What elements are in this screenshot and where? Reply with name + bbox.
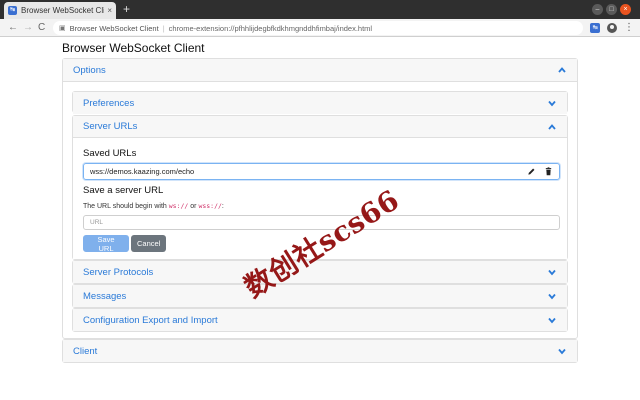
saved-url-item[interactable]: wss://demos.kaazing.com/echo bbox=[83, 163, 560, 180]
chevron-down-icon bbox=[547, 315, 557, 325]
forward-button[interactable]: → bbox=[23, 21, 33, 35]
preferences-label: Preferences bbox=[83, 97, 135, 109]
messages-label: Messages bbox=[83, 290, 127, 302]
browser-toolbar: ← → C ▣ Browser WebSocket Client | chrom… bbox=[0, 19, 640, 37]
tab-close-icon[interactable]: × bbox=[107, 6, 112, 15]
browser-menu-icon[interactable]: ⋮ bbox=[624, 21, 634, 35]
save-url-heading: Save a server URL bbox=[83, 185, 164, 196]
hint-suffix: : bbox=[221, 203, 224, 210]
account-icon[interactable] bbox=[607, 23, 617, 33]
server-urls-label: Server URLs bbox=[83, 121, 138, 132]
client-panel: Client bbox=[62, 339, 578, 363]
preferences-section: Preferences bbox=[72, 91, 568, 114]
extension-page-icon: ▣ bbox=[59, 25, 66, 32]
chevron-down-icon bbox=[547, 98, 557, 108]
browser-tab[interactable]: ↹ Browser WebSocket Client × bbox=[4, 2, 116, 19]
saved-url-text: wss://demos.kaazing.com/echo bbox=[90, 167, 195, 176]
hint-prefix: The URL should begin with bbox=[83, 203, 169, 210]
config-label: Configuration Export and Import bbox=[83, 314, 218, 326]
config-header[interactable]: Configuration Export and Import bbox=[73, 309, 567, 331]
save-url-button[interactable]: Save URL bbox=[83, 235, 129, 253]
hint-ws-code: ws:// bbox=[168, 202, 189, 210]
client-header[interactable]: Client bbox=[63, 340, 577, 362]
trash-icon[interactable] bbox=[544, 167, 553, 176]
chevron-down-icon bbox=[547, 267, 557, 277]
chevron-up-icon bbox=[547, 122, 557, 132]
tab-strip: ↹ Browser WebSocket Client × + – □ × bbox=[0, 0, 640, 19]
address-bar[interactable]: ▣ Browser WebSocket Client | chrome-exte… bbox=[53, 21, 583, 35]
window-maximize-button[interactable]: □ bbox=[606, 4, 617, 15]
omnibox-url: chrome-extension://pfhhlijdegbfkdkhmgndd… bbox=[168, 23, 373, 33]
omnibox-site-name: Browser WebSocket Client bbox=[69, 23, 159, 33]
extension-favicon-icon: ↹ bbox=[8, 6, 17, 15]
page-title: Browser WebSocket Client bbox=[62, 41, 205, 55]
window-minimize-button[interactable]: – bbox=[592, 4, 603, 15]
pencil-icon[interactable] bbox=[527, 167, 536, 176]
saved-urls-heading: Saved URLs bbox=[83, 148, 137, 159]
config-section: Configuration Export and Import bbox=[72, 308, 568, 332]
options-panel: Options Preferences Server URLs Saved UR… bbox=[62, 58, 578, 339]
client-label: Client bbox=[73, 345, 98, 357]
hint-or: or bbox=[188, 203, 199, 210]
options-label: Options bbox=[73, 64, 106, 76]
new-tab-button[interactable]: + bbox=[123, 3, 130, 15]
tab-title: Browser WebSocket Client bbox=[21, 6, 105, 15]
messages-section: Messages bbox=[72, 284, 568, 308]
chevron-up-icon bbox=[557, 65, 567, 75]
reload-button[interactable]: C bbox=[38, 21, 45, 35]
hint-wss-code: wss:// bbox=[198, 202, 222, 210]
messages-header[interactable]: Messages bbox=[73, 285, 567, 307]
options-header[interactable]: Options bbox=[63, 59, 577, 82]
window-close-button[interactable]: × bbox=[620, 4, 631, 15]
preferences-header[interactable]: Preferences bbox=[73, 92, 567, 114]
omnibox-separator: | bbox=[162, 23, 165, 33]
cancel-button[interactable]: Cancel bbox=[131, 235, 166, 252]
extension-icon[interactable]: ↹ bbox=[590, 23, 600, 33]
chevron-down-icon bbox=[547, 291, 557, 301]
back-button[interactable]: ← bbox=[8, 21, 18, 35]
server-urls-header[interactable]: Server URLs bbox=[73, 116, 567, 138]
chevron-down-icon bbox=[557, 346, 567, 356]
url-hint: The URL should begin with ws:// or wss:/… bbox=[83, 202, 224, 210]
